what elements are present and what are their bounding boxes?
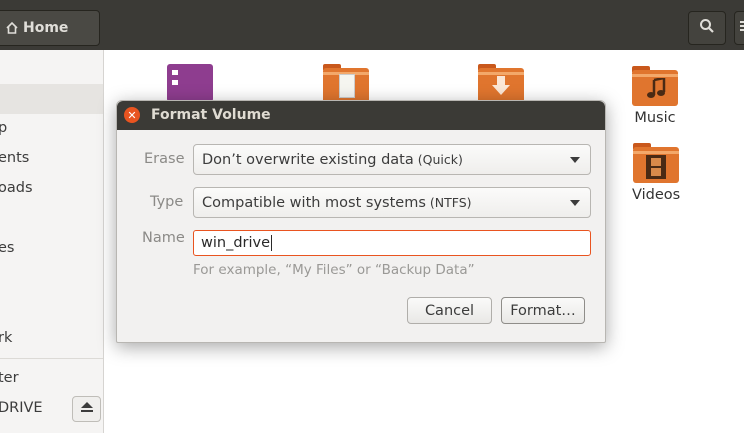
name-input-value: win_drive [201, 235, 271, 251]
documents-folder-icon [323, 64, 369, 104]
downloads-folder-icon [478, 64, 524, 104]
file-item-downloads[interactable] [478, 64, 524, 104]
music-folder-icon [632, 66, 678, 106]
type-dropdown[interactable]: Compatible with most systems (NTFS) [193, 187, 591, 218]
dialog-titlebar: ✕ Format Volume [117, 101, 605, 130]
erase-label: Erase [144, 151, 185, 167]
name-input[interactable]: win_drive [193, 230, 591, 256]
chevron-down-icon [570, 200, 580, 206]
sidebar-item-documents[interactable]: ents [0, 150, 29, 166]
close-icon: ✕ [127, 108, 137, 122]
sidebar-item-selected[interactable] [0, 84, 103, 114]
dialog-title: Format Volume [151, 107, 271, 123]
close-button[interactable]: ✕ [124, 107, 140, 123]
header-bar: Home [0, 0, 744, 50]
chevron-down-icon [570, 157, 580, 163]
home-path-label: Home [23, 20, 69, 36]
type-label: Type [150, 194, 184, 210]
sidebar: p ents oads es rk ter DRIVE [0, 50, 104, 433]
sidebar-item-drive[interactable]: DRIVE [0, 400, 43, 416]
name-label: Name [142, 230, 185, 246]
name-hint: For example, “My Files” or “Backup Data” [193, 262, 475, 278]
erase-value: Don’t overwrite existing data [202, 151, 414, 168]
format-button[interactable]: Format… [501, 297, 585, 324]
search-button[interactable] [688, 11, 726, 45]
sidebar-separator [0, 358, 103, 359]
videos-folder-icon [633, 143, 680, 183]
erase-value-suffix: (Quick) [417, 152, 463, 167]
file-label-music: Music [634, 110, 676, 126]
text-caret [271, 235, 273, 251]
file-item-videos[interactable]: Videos [632, 143, 680, 203]
menu-button[interactable] [734, 11, 744, 45]
sidebar-item-desktop[interactable]: p [0, 120, 7, 136]
home-icon [5, 20, 21, 36]
file-item-documents[interactable] [323, 64, 369, 104]
format-volume-dialog: ✕ Format Volume Erase Don’t overwrite ex… [116, 100, 606, 343]
sidebar-item-videos[interactable]: es [0, 240, 14, 256]
eject-button[interactable] [72, 396, 101, 422]
eject-icon [80, 401, 94, 417]
file-label-videos: Videos [632, 187, 681, 203]
sidebar-item-downloads[interactable]: oads [0, 180, 33, 196]
type-value: Compatible with most systems [202, 194, 426, 211]
sidebar-item-network[interactable]: rk [0, 330, 12, 346]
home-path-button[interactable]: Home [0, 10, 100, 46]
menu-icon [740, 19, 744, 37]
file-item-templates[interactable] [167, 64, 213, 102]
type-value-suffix: (NTFS) [429, 195, 472, 210]
purple-folder-icon [167, 64, 213, 102]
erase-dropdown[interactable]: Don’t overwrite existing data (Quick) [193, 144, 591, 175]
search-icon [699, 18, 715, 38]
file-item-music[interactable]: Music [632, 66, 678, 126]
sidebar-item-computer[interactable]: ter [0, 370, 19, 386]
cancel-button[interactable]: Cancel [407, 297, 492, 324]
